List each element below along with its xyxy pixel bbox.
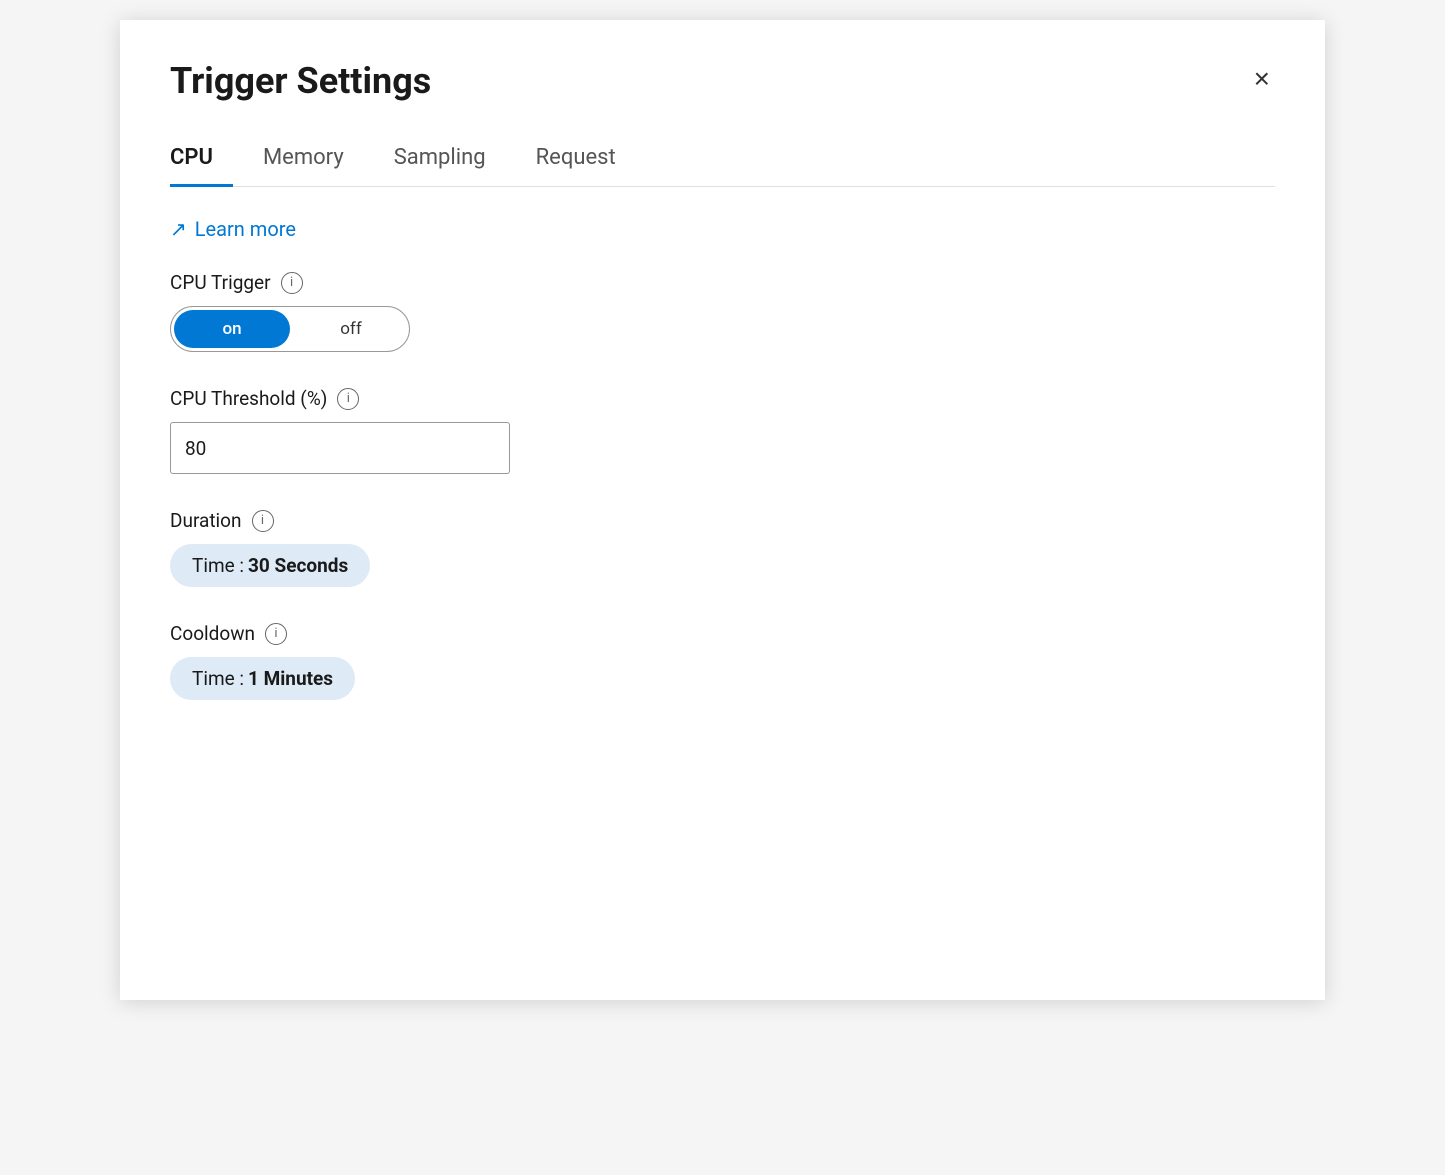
close-button[interactable]: ×	[1249, 60, 1275, 98]
learn-more-label: Learn more	[195, 217, 296, 241]
cooldown-time-prefix: Time :	[192, 667, 244, 690]
duration-info-icon[interactable]: i	[252, 510, 274, 532]
cpu-trigger-toggle[interactable]: on off	[170, 306, 410, 352]
duration-time-badge[interactable]: Time : 30 Seconds	[170, 544, 370, 587]
cpu-trigger-info-icon[interactable]: i	[281, 272, 303, 294]
cooldown-section: Cooldown i Time : 1 Minutes	[170, 622, 1275, 700]
tab-request[interactable]: Request	[536, 133, 636, 187]
duration-section: Duration i Time : 30 Seconds	[170, 509, 1275, 587]
learn-more-link[interactable]: ↗ Learn more	[170, 217, 1275, 241]
tabs-container: CPU Memory Sampling Request	[170, 133, 1275, 187]
toggle-off-option[interactable]: off	[293, 311, 409, 347]
cpu-trigger-label: CPU Trigger	[170, 271, 271, 294]
tab-memory[interactable]: Memory	[263, 133, 364, 187]
cpu-trigger-label-row: CPU Trigger i	[170, 271, 1275, 294]
tab-cpu[interactable]: CPU	[170, 133, 233, 187]
cpu-threshold-info-icon[interactable]: i	[337, 388, 359, 410]
cpu-threshold-section: CPU Threshold (%) i	[170, 387, 1275, 474]
duration-label: Duration	[170, 509, 242, 532]
duration-time-prefix: Time :	[192, 554, 244, 577]
cpu-trigger-section: CPU Trigger i on off	[170, 271, 1275, 352]
cooldown-label: Cooldown	[170, 622, 255, 645]
duration-label-row: Duration i	[170, 509, 1275, 532]
cooldown-info-icon[interactable]: i	[265, 623, 287, 645]
duration-time-value: 30 Seconds	[248, 554, 348, 577]
cooldown-time-value: 1 Minutes	[248, 667, 333, 690]
cpu-threshold-label-row: CPU Threshold (%) i	[170, 387, 1275, 410]
dialog-header: Trigger Settings ×	[170, 60, 1275, 103]
toggle-on-option[interactable]: on	[174, 310, 290, 348]
dialog-title: Trigger Settings	[170, 60, 431, 103]
cpu-threshold-label: CPU Threshold (%)	[170, 387, 327, 410]
cpu-threshold-input[interactable]	[170, 422, 510, 474]
external-link-icon: ↗	[170, 217, 187, 241]
trigger-settings-dialog: Trigger Settings × CPU Memory Sampling R…	[120, 20, 1325, 1000]
tab-sampling[interactable]: Sampling	[394, 133, 506, 187]
cooldown-time-badge[interactable]: Time : 1 Minutes	[170, 657, 355, 700]
cooldown-label-row: Cooldown i	[170, 622, 1275, 645]
